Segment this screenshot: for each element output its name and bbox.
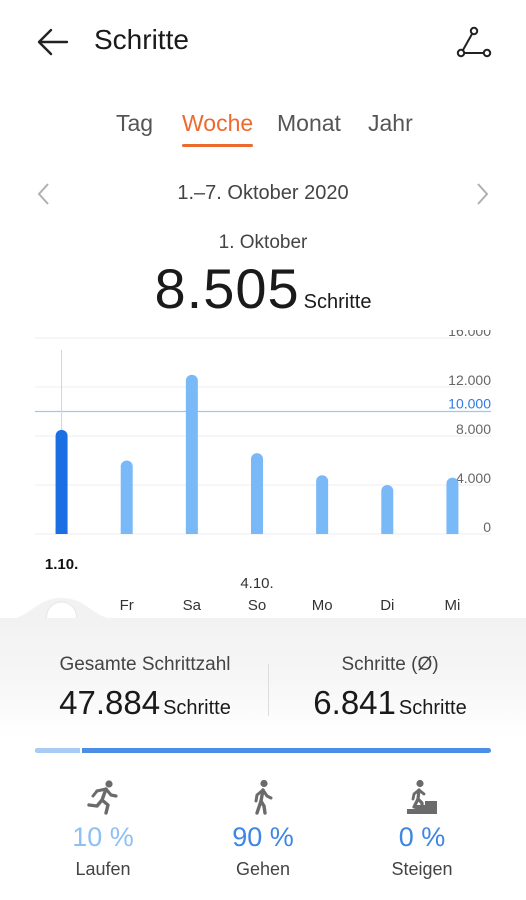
- y-tick-label: 16.000: [448, 330, 491, 339]
- selected-step-count: 8.505: [154, 257, 300, 320]
- average-steps-value: 6.841: [313, 684, 396, 721]
- stairs-icon: [407, 779, 437, 814]
- page-title: Schritte: [94, 24, 189, 55]
- x-date-label: 1.10.: [45, 556, 78, 573]
- chart-bar-base: [55, 528, 68, 534]
- x-date-label: 4.10.: [240, 575, 273, 592]
- chart-bar[interactable]: [446, 477, 459, 534]
- laufen-label: Laufen: [75, 859, 131, 879]
- tab-woche[interactable]: Woche: [182, 110, 253, 137]
- gehen-percent: 90 %: [232, 822, 294, 852]
- gehen-label: Gehen: [235, 859, 291, 879]
- chart-bar-base: [120, 528, 133, 534]
- arrow-left-icon: [37, 28, 69, 56]
- selected-step-unit: Schritte: [303, 291, 372, 313]
- goal-label: 10.000: [448, 396, 491, 412]
- x-tick-label: Mo: [312, 597, 333, 614]
- running-segment: [35, 748, 81, 753]
- chart-bar-base: [381, 528, 394, 534]
- walking-icon: [254, 779, 273, 815]
- steigen-percent: 0 %: [398, 822, 446, 852]
- chart-bar[interactable]: [185, 374, 198, 534]
- chart-bar-base: [251, 528, 263, 534]
- stat-divider: [268, 664, 269, 716]
- y-tick-label: 4.000: [456, 470, 491, 486]
- date-range-selector: 1.–7. Oktober 2020: [0, 180, 526, 210]
- tab-tag[interactable]: Tag: [116, 110, 153, 137]
- activity-gehen: 90 % Gehen: [203, 778, 323, 880]
- steigen-label: Steigen: [391, 859, 453, 879]
- total-steps-label: Gesamte Schrittzahl: [59, 654, 231, 675]
- chart-bar[interactable]: [316, 475, 329, 534]
- summary-panel: Gesamte Schrittzahl 47.884 Schritte Schri…: [0, 618, 526, 900]
- activity-split-bar: [35, 748, 491, 753]
- selected-date: 1. Oktober: [218, 232, 308, 253]
- average-steps-label: Schritte (Ø): [341, 654, 439, 675]
- chart-bar-base: [185, 528, 198, 534]
- back-button[interactable]: [30, 22, 74, 62]
- share-icon: [456, 26, 492, 58]
- average-steps-unit: Schritte: [398, 697, 467, 719]
- segment-gap: [79, 748, 82, 753]
- chart-bar[interactable]: [120, 460, 133, 535]
- y-tick-label: 8.000: [456, 421, 491, 437]
- x-tick-label: Sa: [183, 597, 202, 614]
- tab-monat[interactable]: Monat: [277, 110, 341, 137]
- activity-steigen: 0 % Steigen: [362, 778, 482, 880]
- total-steps-value: 47.884: [59, 684, 161, 721]
- chart-bar[interactable]: [251, 453, 263, 534]
- app-header: Schritte: [0, 0, 526, 84]
- chevron-right-icon[interactable]: [472, 180, 492, 208]
- laufen-percent: 10 %: [72, 822, 134, 852]
- share-button[interactable]: [452, 22, 496, 62]
- chart-bar[interactable]: [55, 429, 68, 534]
- x-tick-label: Mi: [445, 597, 461, 614]
- selected-value-row: 8.505 Schritte: [0, 256, 526, 321]
- y-tick-label: 12.000: [448, 372, 491, 388]
- activity-laufen: 10 % Laufen: [43, 778, 163, 880]
- y-tick-label: 0: [483, 519, 491, 535]
- total-steps-block: Gesamte Schrittzahl 47.884 Schritte: [40, 654, 250, 722]
- chart-bar-base: [446, 528, 459, 534]
- x-tick-label: Di: [380, 597, 394, 614]
- tab-jahr[interactable]: Jahr: [368, 110, 413, 137]
- date-range-label: 1.–7. Oktober 2020: [177, 182, 349, 204]
- period-tabs: Tag Woche Monat Jahr: [0, 110, 526, 150]
- x-tick-label: Fr: [120, 597, 134, 614]
- steps-bar-chart[interactable]: 16.00012.0008.0004.000010.000DoFrSaSoMoD…: [0, 330, 526, 620]
- chart-bar[interactable]: [381, 485, 394, 534]
- x-tick-label: So: [248, 597, 266, 614]
- running-icon: [87, 780, 118, 815]
- chart-bar-base: [316, 528, 329, 534]
- total-steps-unit: Schritte: [163, 697, 231, 719]
- average-steps-block: Schritte (Ø) 6.841 Schritte: [290, 654, 490, 722]
- active-tab-indicator: [182, 144, 253, 147]
